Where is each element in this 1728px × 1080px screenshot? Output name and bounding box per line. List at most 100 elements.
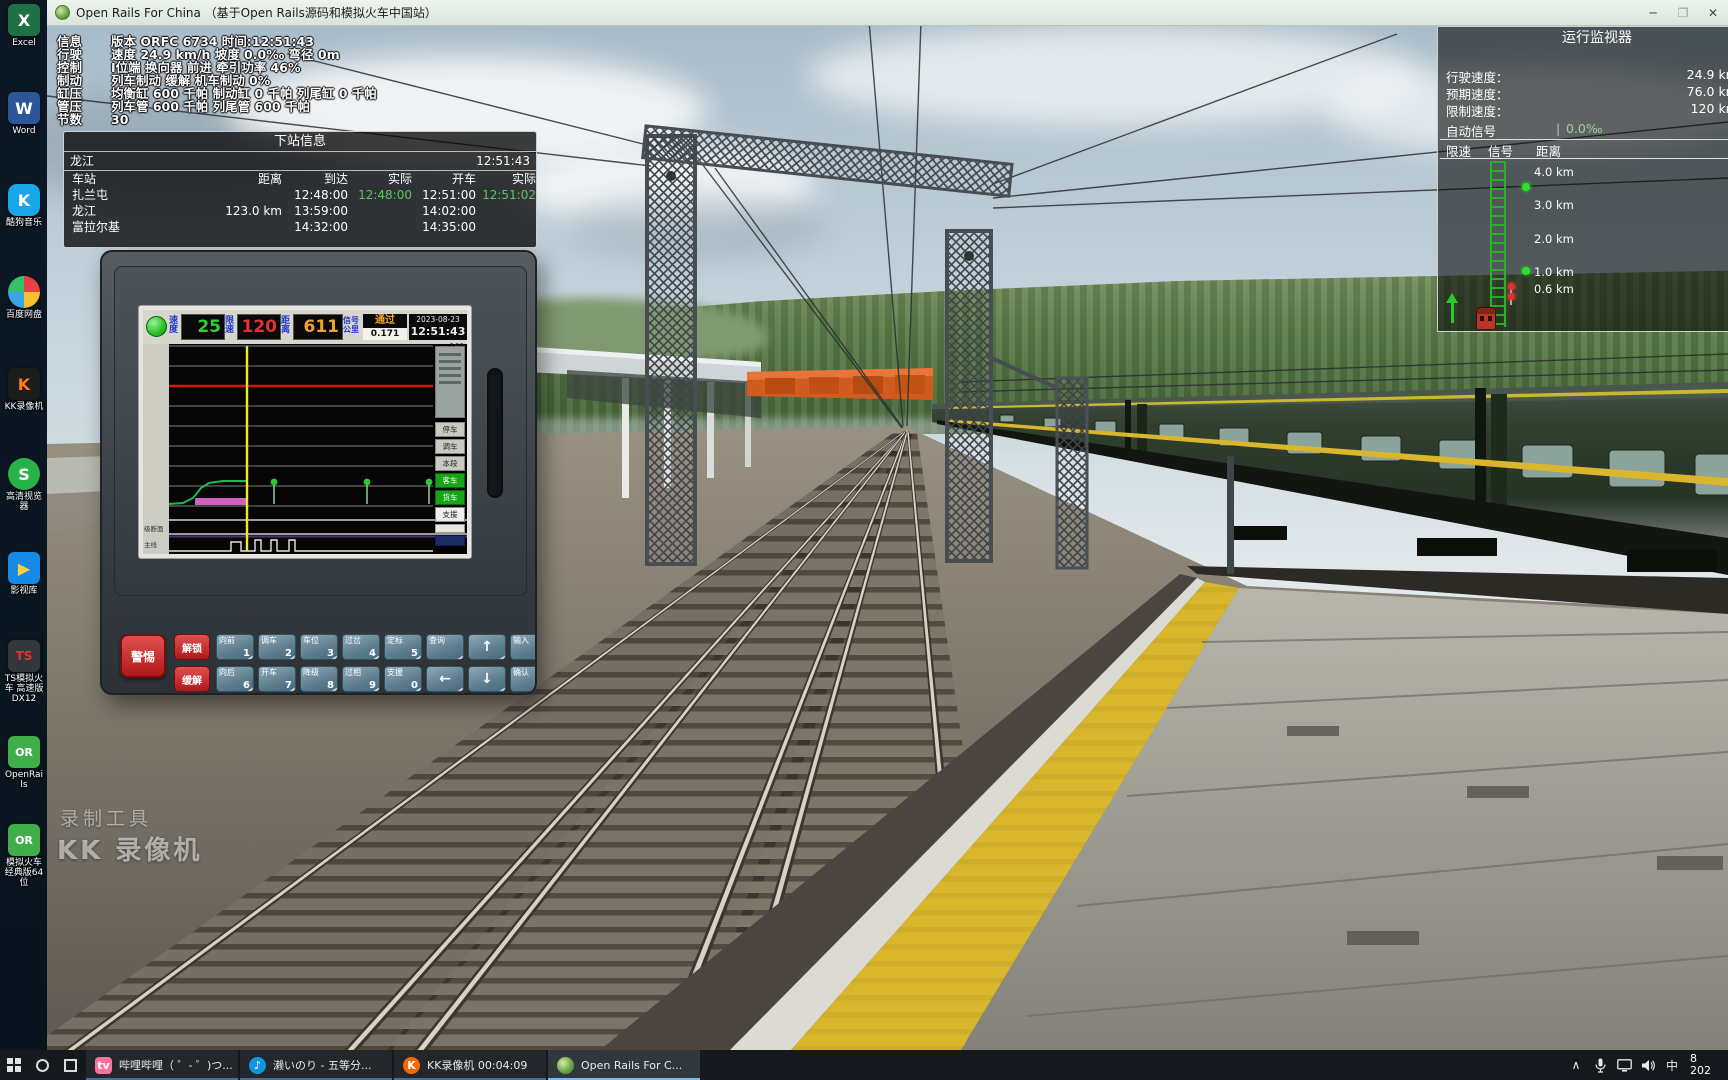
- desktop-icon-ts[interactable]: TS TS模拟火车 高速版DX12: [4, 640, 44, 704]
- word-icon: W: [8, 92, 40, 124]
- station-table-header: 车站 距离 到达 实际 开车 实际: [72, 172, 536, 186]
- desktop-icon-player[interactable]: S 高清视览器: [4, 458, 44, 512]
- ime-language-indicator[interactable]: 中: [1660, 1050, 1684, 1080]
- desktop-icon-label: 高清视览器: [5, 492, 42, 512]
- watermark-line2: KK 录像机: [57, 836, 203, 866]
- taskbar-app-label: KK录像机 00:04:09: [427, 1059, 528, 1072]
- key-calibrate[interactable]: 定标 5: [384, 634, 422, 660]
- lkj-side-button[interactable]: 停车: [435, 422, 465, 437]
- ts-icon: TS: [8, 640, 40, 672]
- video-icon: ▶: [8, 552, 40, 584]
- red-signal-lamp: [1508, 283, 1515, 290]
- title-bar[interactable]: Open Rails For China （基于Open Rails源码和模拟火…: [47, 0, 1728, 26]
- desktop-icon-label: Excel: [12, 38, 36, 48]
- signal-mode-label: 自动信号: [1446, 124, 1497, 139]
- desktop-icon-video[interactable]: ▶ 影视库: [4, 552, 44, 596]
- desktop-icon-word[interactable]: W Word: [4, 92, 44, 136]
- key-assist[interactable]: 支援 0: [384, 666, 422, 692]
- key-depart[interactable]: 开车 7: [258, 666, 296, 692]
- lkj-side-button[interactable]: 本段: [435, 456, 465, 471]
- key-phase[interactable]: 过相 9: [342, 666, 380, 692]
- unlock-button[interactable]: 解锁: [174, 634, 210, 660]
- desktop-icon-netdisk[interactable]: 百度网盘: [4, 276, 44, 320]
- green-signal-dot: [1522, 267, 1530, 275]
- openrails-icon: OR: [8, 736, 40, 768]
- netdisk-icon: [8, 276, 40, 308]
- desktop-icon-classic[interactable]: OR 模拟火车 经典版64位: [4, 824, 44, 888]
- desktop-icon-openrails[interactable]: OR OpenRails: [4, 736, 44, 790]
- maximize-button[interactable]: ❐: [1668, 0, 1698, 25]
- red-signal-lamp: [1508, 293, 1515, 300]
- key-downgrade[interactable]: 降级 8: [300, 666, 338, 692]
- lkj-side-menu: 停车 调车 本段 客车 货车 支援: [435, 346, 466, 546]
- task-view-icon[interactable]: [56, 1050, 84, 1080]
- taskbar-clock[interactable]: 8 202: [1684, 1053, 1728, 1077]
- gradient-value: 0.0‰: [1566, 121, 1603, 136]
- own-train-icon: [1476, 307, 1496, 330]
- key-position[interactable]: 车位 3: [300, 634, 338, 660]
- taskbar-app-label: Open Rails For C...: [581, 1058, 683, 1072]
- arrow-up-key[interactable]: ↑: [468, 634, 506, 660]
- desktop-icon-strip: X Excel W Word K 酷狗音乐 百度网盘 K KK录像机 S 高清视览器 ▶ 影…: [0, 0, 47, 1050]
- monitor-label: 限制速度：: [1446, 104, 1509, 119]
- green-signal-dot: [1522, 183, 1530, 191]
- microphone-icon[interactable]: [1588, 1050, 1612, 1080]
- music-icon: ♪: [249, 1056, 266, 1074]
- desktop-icon-kugou[interactable]: K 酷狗音乐: [4, 184, 44, 228]
- taskbar-app-kk-recorder[interactable]: K KK录像机 00:04:09: [394, 1050, 546, 1080]
- desktop-icon-excel[interactable]: X Excel: [4, 4, 44, 48]
- lkj-side-indicator: [435, 535, 465, 546]
- gradient-indicator: |: [1556, 121, 1561, 136]
- lkj-side-button[interactable]: 支援: [435, 507, 465, 522]
- arrow-down-key[interactable]: ↓: [468, 666, 506, 692]
- lkj-side-button[interactable]: 客车: [435, 473, 465, 488]
- track-ahead-ladder: [1490, 161, 1506, 327]
- excel-icon: X: [8, 4, 40, 36]
- music-app-icon: K: [8, 184, 40, 216]
- game-viewport[interactable]: 信息 版本 ORFC 6734 时间:12:51:43 行驶 速度 24.9 km/…: [47, 26, 1728, 1050]
- key-backward[interactable]: 向后 6: [216, 666, 254, 692]
- start-button[interactable]: [0, 1050, 28, 1080]
- system-tray: ∧ 中 8 202: [1564, 1050, 1728, 1080]
- search-icon[interactable]: [28, 1050, 56, 1080]
- taskbar-app-open-rails[interactable]: Open Rails For C...: [548, 1050, 700, 1080]
- key-shunt[interactable]: 调车 2: [258, 634, 296, 660]
- key-switch[interactable]: 过岔 4: [342, 634, 380, 660]
- app-icon: [55, 5, 70, 20]
- release-button[interactable]: 缓解: [174, 666, 210, 692]
- tray-expand-icon[interactable]: ∧: [1564, 1050, 1588, 1080]
- openrails-icon: [557, 1056, 574, 1074]
- taskbar-app-label: 哔哩哔哩（ ゜- ゜)つ...: [119, 1059, 233, 1072]
- distance-marker: 3.0 km: [1534, 198, 1574, 212]
- distance-marker: 4.0 km: [1534, 165, 1574, 179]
- lkj-speaker-slot: [487, 368, 503, 498]
- station-row: 富拉尔基 14:32:00 14:35:00: [72, 220, 476, 234]
- station-row: 扎兰屯 12:48:00 12:48:00 12:51:00 12:51:02: [72, 188, 536, 202]
- monitor-title: 运行监视器: [1562, 30, 1632, 46]
- key-query[interactable]: 查询: [426, 634, 464, 660]
- taskbar-app-bilibili[interactable]: tv 哔哩哔哩（ ゜- ゜)つ...: [86, 1050, 238, 1080]
- vigilance-button[interactable]: 警惕: [120, 634, 166, 678]
- lkj-device: 速度 25 限速 120 距离 611 信号公里 通过 0.171 2023-0…: [100, 250, 537, 695]
- lkj-speed-plot: [168, 344, 467, 554]
- display-icon[interactable]: [1612, 1050, 1636, 1080]
- arrow-left-key[interactable]: ←: [426, 666, 464, 692]
- window-title: Open Rails For China （基于Open Rails源码和模拟火…: [76, 6, 437, 20]
- taskbar-app-label: 濑いのり - 五等分...: [273, 1059, 372, 1072]
- lkj-side-button[interactable]: 货车: [435, 490, 465, 505]
- taskbar-app-music[interactable]: ♪ 濑いのり - 五等分...: [240, 1050, 392, 1080]
- key-forward[interactable]: 向前 1: [216, 634, 254, 660]
- desktop-icon-label: 酷狗音乐: [5, 218, 42, 228]
- speaker-icon[interactable]: [1636, 1050, 1660, 1080]
- recorder-icon: K: [8, 368, 40, 400]
- taskbar: tv 哔哩哔哩（ ゜- ゜)つ... ♪ 濑いのり - 五等分... K KK录…: [0, 1050, 1728, 1080]
- key-confirm[interactable]: 确认: [510, 666, 535, 692]
- next-station-panel: 下站信息 龙江 12:51:43 车站 距离 到达 实际 开车 实际 扎兰屯 12:48:0…: [63, 131, 537, 248]
- close-button[interactable]: ✕: [1698, 0, 1728, 25]
- hud-label: 节数: [57, 112, 83, 127]
- key-input[interactable]: 输入: [510, 634, 535, 660]
- lkj-side-button[interactable]: 调车: [435, 439, 465, 454]
- desktop-icon-kk-recorder[interactable]: K KK录像机: [4, 368, 44, 412]
- minimize-button[interactable]: ─: [1638, 0, 1668, 25]
- desktop-icon-label: Word: [12, 126, 36, 136]
